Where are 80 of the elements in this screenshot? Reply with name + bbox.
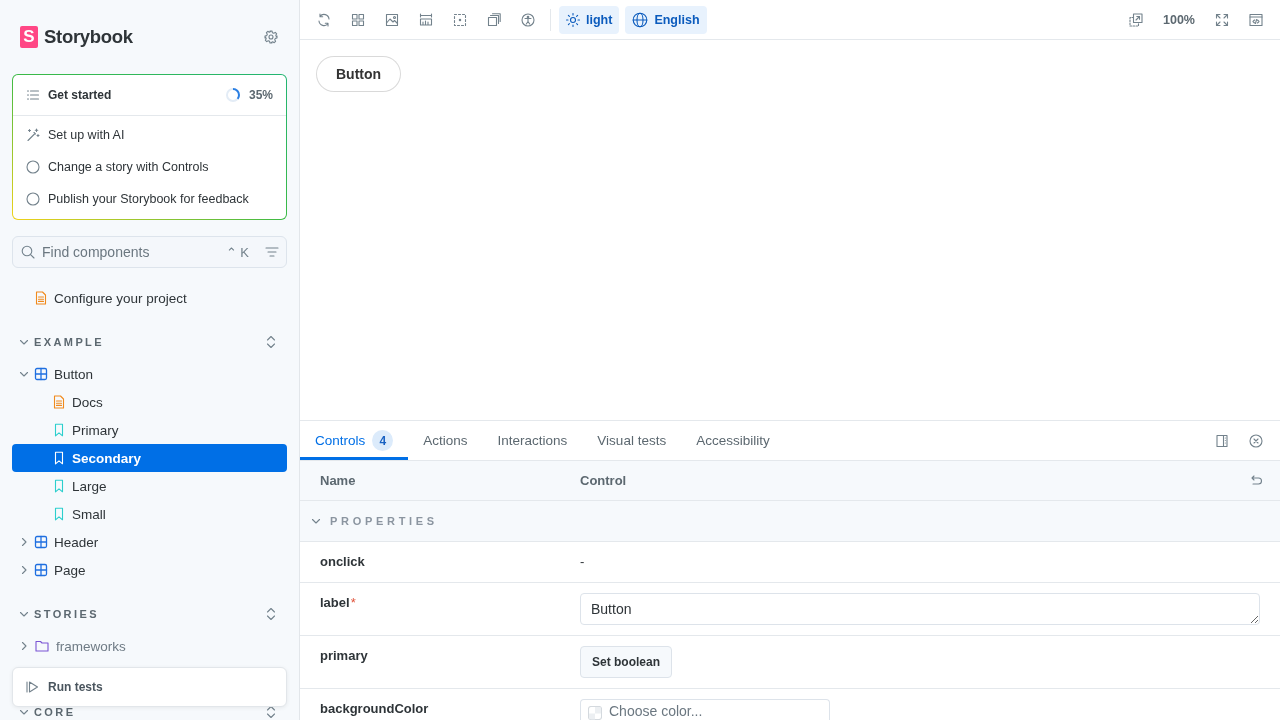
progress-ring bbox=[224, 87, 241, 103]
undo-icon bbox=[1249, 473, 1263, 488]
panel-layout-icon bbox=[1215, 433, 1229, 448]
tree-item[interactable]: Large bbox=[12, 472, 287, 500]
fullscreen-icon bbox=[1215, 12, 1229, 27]
section-toggle[interactable]: EXAMPLE bbox=[12, 336, 104, 348]
expand-collapse-icon bbox=[266, 607, 276, 621]
expand-collapse-icon bbox=[266, 335, 276, 349]
zoom-button[interactable]: 100% bbox=[1156, 5, 1202, 34]
filter-icon bbox=[265, 245, 279, 259]
column-header: Name bbox=[320, 473, 356, 488]
bookmark-icon bbox=[52, 479, 66, 493]
expand-collapse-icon bbox=[266, 705, 276, 719]
preview-button[interactable]: Button bbox=[316, 56, 402, 92]
text-input[interactable]: Button bbox=[580, 593, 1260, 625]
component-icon bbox=[34, 563, 48, 577]
component-icon bbox=[34, 367, 48, 381]
close-icon bbox=[1249, 433, 1263, 448]
tree-item[interactable]: Small bbox=[12, 500, 287, 528]
code-window-icon bbox=[1249, 12, 1263, 27]
grid-icon bbox=[351, 12, 365, 27]
document-icon bbox=[52, 395, 66, 409]
arg-name: onclick bbox=[320, 554, 365, 569]
section-toggle[interactable]: STORIES bbox=[12, 608, 99, 620]
progress-label: 35% bbox=[248, 88, 273, 102]
panel-tab[interactable]: Visual tests bbox=[582, 421, 682, 460]
logo-mark: S bbox=[20, 26, 38, 48]
image-icon bbox=[385, 12, 399, 27]
tree-item[interactable]: Button bbox=[12, 360, 287, 388]
arg-name: label bbox=[320, 595, 350, 610]
tree-item[interactable]: Docs bbox=[12, 388, 287, 416]
arg-name: primary bbox=[320, 648, 368, 663]
required-mark: * bbox=[350, 595, 356, 610]
folder-icon bbox=[34, 639, 50, 653]
accessibility-icon bbox=[521, 12, 535, 27]
brand-name: Storybook bbox=[44, 26, 133, 48]
checklist-title: Get started bbox=[48, 88, 113, 102]
set-boolean-button[interactable]: Set boolean bbox=[580, 646, 672, 678]
bookmark-icon bbox=[52, 423, 66, 437]
tree-item[interactable]: Page bbox=[12, 556, 287, 584]
count-badge: 4 bbox=[372, 430, 394, 451]
search-field[interactable]: Find components ⌃ K bbox=[12, 236, 287, 268]
tree-item[interactable]: Header bbox=[12, 528, 287, 556]
list-icon bbox=[26, 88, 40, 102]
panel-tab[interactable]: Actions bbox=[408, 421, 483, 460]
tree-item[interactable]: Secondary bbox=[12, 444, 287, 472]
checklist-item[interactable]: Publish your Storybook for feedback bbox=[13, 183, 286, 215]
document-icon bbox=[34, 291, 48, 305]
column-header: Control bbox=[580, 473, 627, 488]
search-icon bbox=[21, 245, 35, 259]
bookmark-icon bbox=[52, 507, 66, 521]
panel-tab[interactable]: Interactions bbox=[482, 421, 583, 460]
run-tests-button[interactable]: Run tests bbox=[19, 673, 109, 701]
tree-item[interactable]: Configure your project bbox=[12, 284, 287, 312]
checklist-item[interactable]: Change a story with Controls bbox=[13, 151, 286, 183]
refresh-icon bbox=[317, 12, 331, 27]
color-input[interactable]: Choose color... bbox=[609, 702, 821, 720]
ruler-icon bbox=[419, 12, 433, 27]
shortcut-hint: ⌃ K bbox=[225, 244, 249, 260]
empty-value: - bbox=[580, 554, 585, 569]
bookmark-icon bbox=[52, 451, 66, 465]
play-icon bbox=[25, 680, 39, 694]
dashed-square-icon bbox=[453, 12, 467, 27]
stacked-squares-icon bbox=[487, 12, 501, 27]
language-button[interactable]: English bbox=[625, 5, 707, 34]
arg-name: backgroundColor bbox=[320, 701, 429, 716]
checkerboard-swatch-icon bbox=[588, 706, 602, 720]
tree-item[interactable]: Primary bbox=[12, 416, 287, 444]
component-icon bbox=[34, 535, 48, 549]
new-tab-icon bbox=[1129, 12, 1143, 27]
checklist-item[interactable]: Set up with AI bbox=[13, 119, 286, 151]
panel-tab[interactable]: Controls 4 bbox=[300, 421, 409, 460]
globe-icon bbox=[632, 11, 649, 28]
sun-icon bbox=[566, 12, 580, 27]
search-input[interactable]: Find components bbox=[42, 244, 219, 260]
settings-icon bbox=[264, 30, 278, 44]
theme-button[interactable]: light bbox=[559, 5, 620, 34]
panel-tab[interactable]: Accessibility bbox=[681, 421, 785, 460]
color-field[interactable]: Choose color... bbox=[580, 699, 830, 720]
tree-item[interactable]: frameworks bbox=[12, 632, 287, 660]
